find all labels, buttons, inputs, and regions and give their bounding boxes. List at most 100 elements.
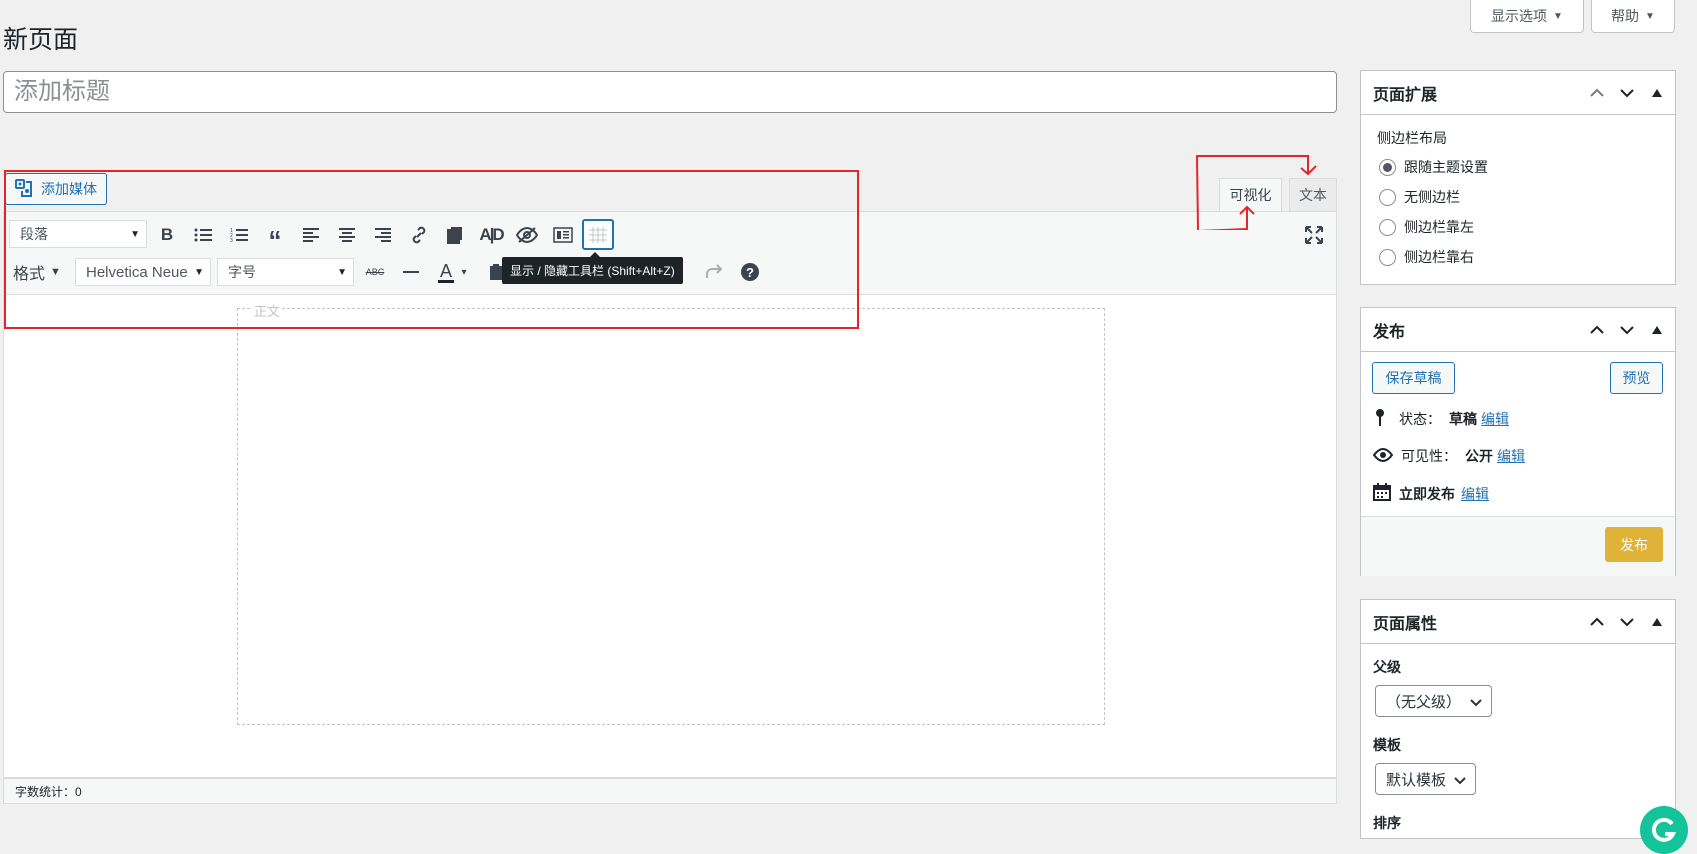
read-more-icon[interactable] — [441, 221, 469, 249]
radio-button[interactable] — [1379, 218, 1396, 236]
preview-button[interactable]: 预览 — [1610, 362, 1663, 394]
visibility-value: 公开 — [1465, 448, 1493, 464]
edit-schedule-link[interactable]: 编辑 — [1461, 484, 1489, 504]
radio-label: 无侧边栏 — [1404, 189, 1460, 205]
visibility-label: 可见性： — [1401, 448, 1457, 464]
radio-button[interactable] — [1379, 188, 1396, 206]
template-value: 默认模板 — [1386, 771, 1447, 789]
align-left-icon[interactable] — [297, 221, 325, 249]
chevron-up-icon[interactable] — [1585, 611, 1609, 633]
save-draft-label: 保存草稿 — [1385, 370, 1442, 386]
align-right-icon[interactable] — [369, 221, 397, 249]
chevron-down-icon[interactable] — [1615, 82, 1639, 104]
font-family-select[interactable]: Helvetica Neue ▼ — [75, 258, 211, 286]
text-color-glyph: A — [437, 260, 454, 283]
edit-visibility-link[interactable]: 编辑 — [1497, 446, 1525, 466]
toolbar-toggle-tooltip: 显示 / 隐藏工具栏 (Shift+Alt+Z) — [502, 252, 683, 284]
preview-label: 预览 — [1622, 370, 1651, 386]
panel-title: 页面属性 — [1373, 615, 1438, 633]
pin-icon — [1373, 408, 1387, 429]
format-block-select[interactable]: 段落 ▼ — [9, 220, 147, 248]
blockquote-icon[interactable]: “ — [261, 221, 289, 253]
align-center-icon[interactable] — [333, 221, 361, 249]
triangle-up-icon[interactable] — [1645, 611, 1669, 633]
title-input[interactable] — [3, 71, 1337, 113]
layout-block-icon[interactable] — [549, 221, 577, 249]
parent-select[interactable]: （无父级） — [1375, 685, 1492, 717]
dropdown-arrow-icon: ▼ — [130, 229, 140, 240]
chevron-up-icon[interactable] — [1585, 319, 1609, 341]
text-color-dropdown-icon[interactable]: ▾ — [456, 258, 472, 286]
template-select[interactable]: 默认模板 — [1375, 763, 1476, 795]
eye-icon — [1372, 447, 1394, 465]
add-media-label: 添加媒体 — [41, 181, 97, 197]
caret-down-icon: ▼ — [1645, 10, 1655, 22]
help-glyph: ? — [746, 264, 754, 280]
parent-label: 父级 — [1373, 659, 1401, 675]
page-extension-header[interactable]: 页面扩展 — [1361, 71, 1675, 115]
visibility-hidden-icon[interactable] — [513, 221, 541, 249]
edit-status-link[interactable]: 编辑 — [1481, 409, 1509, 429]
dropdown-arrow-icon: ▼ — [194, 267, 204, 278]
numbered-list-icon[interactable]: 123 — [225, 221, 253, 249]
calendar-icon — [1373, 483, 1391, 504]
chevron-down-icon[interactable] — [1615, 611, 1639, 633]
page-attributes-header[interactable]: 页面属性 — [1361, 600, 1675, 644]
editor-container: 段落 ▼ B 123 “ A|D 格式 ▼ Helvetica Neue ▼ 字… — [3, 211, 1337, 804]
radio-button[interactable] — [1379, 248, 1396, 266]
status-row: 状态： 草稿 编辑 — [1373, 408, 1509, 429]
chevron-down-icon[interactable] — [1615, 319, 1639, 341]
publish-button[interactable]: 发布 — [1605, 527, 1663, 562]
triangle-up-icon[interactable] — [1645, 82, 1669, 104]
parent-value: （无父级） — [1386, 693, 1462, 711]
font-family-value: Helvetica Neue — [86, 263, 188, 281]
help-circle: ? — [741, 263, 759, 281]
format-block-value: 段落 — [20, 226, 48, 242]
link-icon[interactable] — [405, 221, 433, 249]
bold-glyph: B — [160, 225, 174, 244]
advanced-text-icon[interactable]: A|D — [477, 221, 505, 249]
save-draft-button[interactable]: 保存草稿 — [1372, 362, 1455, 394]
radio-option-follow-theme[interactable]: 跟随主题设置 — [1361, 152, 1675, 182]
radio-button[interactable] — [1379, 158, 1396, 176]
strikethrough-icon[interactable]: ABC — [361, 258, 389, 286]
panel-controls — [1585, 82, 1669, 104]
page-title: 新页面 — [3, 26, 79, 54]
chevron-up-icon[interactable] — [1585, 82, 1609, 104]
chevron-down-icon — [1470, 694, 1482, 711]
font-size-select[interactable]: 字号 ▼ — [217, 258, 354, 286]
bold-icon[interactable]: B — [153, 221, 181, 249]
bullet-list-icon[interactable] — [189, 221, 217, 249]
formats-menu-label: 格式 — [13, 266, 46, 283]
caret-down-icon: ▼ — [1553, 10, 1563, 22]
svg-text:3: 3 — [230, 238, 233, 243]
content-label: 正文 — [252, 301, 283, 320]
word-count: 字数统计：0 — [15, 784, 82, 799]
formats-menu[interactable]: 格式 ▼ — [13, 258, 69, 286]
horizontal-line-icon[interactable] — [397, 258, 425, 286]
screen-options-button[interactable]: 显示选项 ▼ — [1470, 0, 1584, 33]
radio-label: 侧边栏靠右 — [1404, 249, 1474, 265]
help-shortcuts-icon[interactable]: ? — [736, 258, 764, 286]
tooltip-text: 显示 / 隐藏工具栏 (Shift+Alt+Z) — [510, 264, 675, 278]
toolbar-toggle-icon[interactable] — [582, 219, 614, 250]
status-bar: 字数统计：0 — [3, 777, 1337, 804]
sidebar-layout-label: 侧边栏布局 — [1377, 130, 1447, 146]
screen-options-label: 显示选项 — [1491, 8, 1548, 24]
grammarly-icon[interactable] — [1640, 806, 1688, 854]
content-area[interactable]: 正文 — [237, 301, 1105, 725]
schedule-label: 立即发布 — [1399, 485, 1455, 502]
add-media-button[interactable]: 添加媒体 — [5, 173, 107, 205]
panel-title: 发布 — [1373, 323, 1406, 341]
annotation-arrow-icon — [1195, 155, 1317, 230]
dropdown-arrow-icon: ▼ — [337, 267, 347, 278]
dropdown-arrow-icon: ▼ — [50, 266, 61, 278]
help-button[interactable]: 帮助 ▼ — [1591, 0, 1675, 33]
triangle-up-icon[interactable] — [1645, 319, 1669, 341]
redo-icon[interactable] — [700, 258, 728, 286]
radio-option-no-sidebar[interactable]: 无侧边栏 — [1361, 182, 1675, 212]
publish-header[interactable]: 发布 — [1361, 308, 1675, 352]
chevron-down-icon — [1454, 772, 1466, 789]
radio-option-sidebar-right[interactable]: 侧边栏靠右 — [1361, 242, 1675, 272]
radio-option-sidebar-left[interactable]: 侧边栏靠左 — [1361, 212, 1675, 242]
